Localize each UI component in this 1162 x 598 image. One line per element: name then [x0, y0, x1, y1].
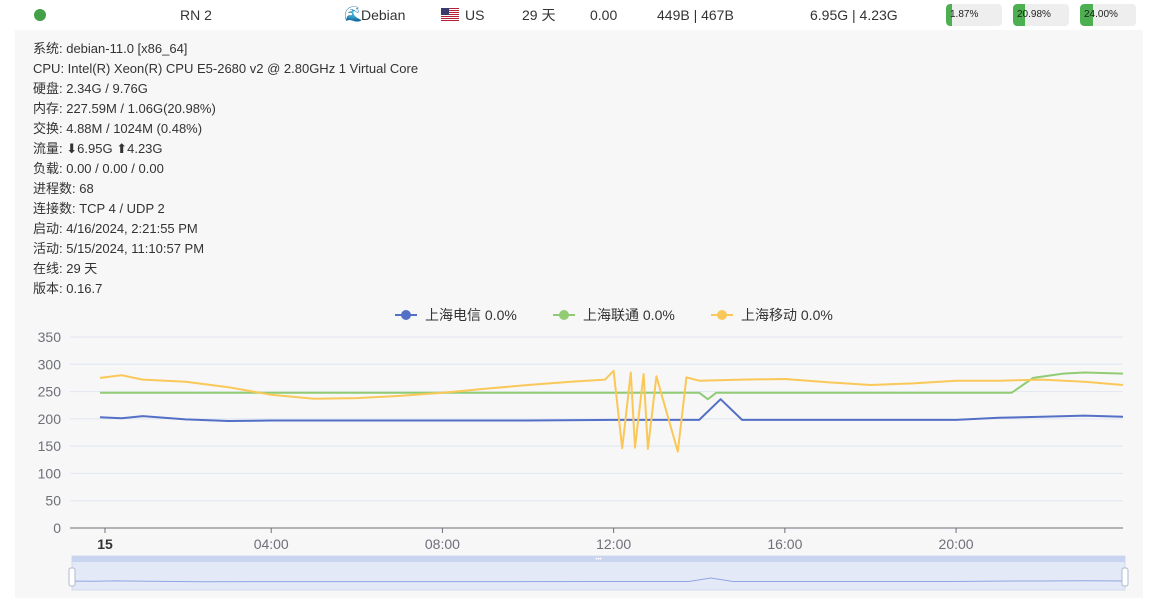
- series-line-0: [99, 398, 1124, 422]
- x-tick-label: 20:00: [939, 536, 974, 552]
- x-tick-label: 15: [97, 536, 113, 552]
- legend-marker-2: [717, 310, 727, 320]
- zoom-handle-right[interactable]: [1121, 567, 1129, 587]
- x-tick-label: 04:00: [254, 536, 289, 552]
- legend-label-2: 上海移动 0.0%: [741, 307, 833, 323]
- x-tick-label: 08:00: [425, 536, 460, 552]
- y-tick-label: 300: [38, 356, 62, 372]
- series-line-2: [99, 369, 1124, 453]
- legend-label-0: 上海电信 0.0%: [425, 307, 517, 323]
- y-tick-label: 250: [38, 384, 62, 400]
- y-tick-label: 100: [38, 465, 62, 481]
- legend-marker-1: [559, 310, 569, 320]
- y-tick-label: 200: [38, 411, 62, 427]
- zoom-handle-left[interactable]: [68, 567, 76, 587]
- latency-chart: 350 300 250 200 150 100 50 0 15 04:00 08:00 12:00 16…: [38, 307, 1129, 591]
- series-line-1: [100, 371, 1124, 401]
- zoom-grip-icon: •••: [595, 557, 601, 563]
- y-tick-label: 350: [38, 329, 62, 345]
- y-tick-label: 150: [38, 438, 62, 454]
- x-tick-label: 12:00: [596, 536, 631, 552]
- y-tick-label: 0: [53, 520, 61, 536]
- y-tick-label: 50: [45, 493, 61, 509]
- legend-marker-0: [401, 310, 411, 320]
- x-tick-label: 16:00: [767, 536, 802, 552]
- legend-label-1: 上海联通 0.0%: [583, 307, 675, 323]
